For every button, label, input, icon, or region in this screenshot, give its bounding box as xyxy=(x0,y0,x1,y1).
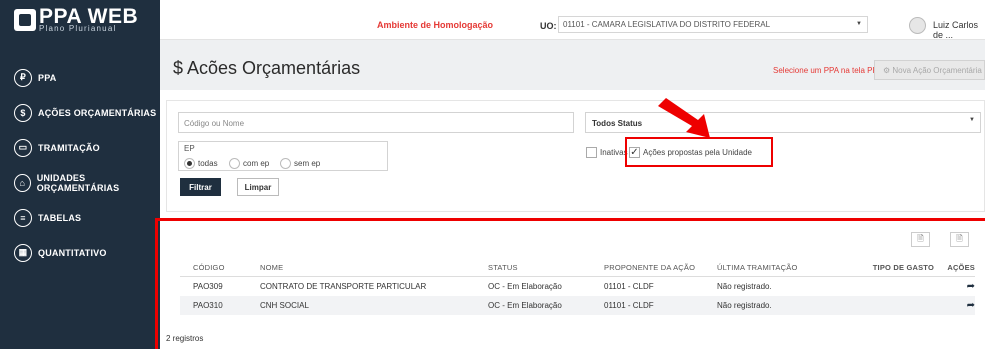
sidebar-item-label: AÇÕES ORÇAMENTÁRIAS xyxy=(38,107,157,118)
filter-button[interactable]: Filtrar xyxy=(180,178,221,196)
inactive-checkbox[interactable]: Inativas xyxy=(586,147,628,158)
sidebar-item-label: TABELAS xyxy=(38,212,82,223)
logo[interactable]: PPA WEB Plano Plurianual xyxy=(0,0,160,40)
uo-label: UO: xyxy=(540,21,557,31)
uo-select[interactable]: 01101 - CAMARA LEGISLATIVA DO DISTRITO F… xyxy=(558,16,868,33)
institution-icon: ⌂ xyxy=(14,173,31,192)
list-icon: ≡ xyxy=(14,208,32,227)
checkbox-box xyxy=(586,147,597,158)
radio-indicator xyxy=(280,158,291,169)
sidebar-item-tabelas[interactable]: ≡ TABELAS xyxy=(0,200,160,235)
radio-todas[interactable]: todas xyxy=(184,158,218,169)
avatar[interactable] xyxy=(909,17,926,34)
sidebar-item-acoes[interactable]: $ AÇÕES ORÇAMENTÁRIAS xyxy=(0,95,160,130)
chart-icon: ▦ xyxy=(14,243,32,262)
tramitacao-icon: ▭ xyxy=(14,138,32,157)
chevron-down-icon: ▼ xyxy=(856,21,862,27)
sidebar-item-label: PPA xyxy=(38,72,57,83)
logo-title: PPA WEB xyxy=(39,4,139,28)
annotation-highlight xyxy=(155,218,985,349)
radio-indicator xyxy=(229,158,240,169)
radio-label: sem ep xyxy=(294,159,321,168)
sidebar-item-label: QUANTITATIVO xyxy=(38,247,107,258)
sidebar: PPA WEB Plano Plurianual ₽ PPA $ AÇÕES O… xyxy=(0,0,160,349)
page-header: $ Acões Orçamentárias Selecione um PPA n… xyxy=(160,40,985,90)
annotation-arrow-icon xyxy=(658,98,710,138)
ppa-icon: ₽ xyxy=(14,68,32,87)
sidebar-item-unidades[interactable]: ⌂ UNIDADES ORÇAMENTÁRIAS xyxy=(0,165,160,200)
dollar-icon: $ xyxy=(14,103,32,122)
status-select[interactable]: Todos Status ▼ xyxy=(585,112,981,133)
user-name[interactable]: Luiz Carlos de ... xyxy=(933,20,985,40)
chevron-down-icon: ▼ xyxy=(969,117,975,123)
sidebar-nav: ₽ PPA $ AÇÕES ORÇAMENTÁRIAS ▭ TRAMITAÇÃO… xyxy=(0,60,160,270)
sidebar-item-label: TRAMITAÇÃO xyxy=(38,142,100,153)
search-input[interactable]: Código ou Nome xyxy=(178,112,574,133)
page-title: $ Acões Orçamentárias xyxy=(173,58,361,78)
checkbox-label: Inativas xyxy=(600,148,628,157)
filter-panel: Código ou Nome Todos Status ▼ EP todas c… xyxy=(166,100,985,212)
uo-select-value: 01101 - CAMARA LEGISLATIVA DO DISTRITO F… xyxy=(563,20,771,29)
new-action-button[interactable]: ⚙ Nova Ação Orçamentária xyxy=(874,60,985,80)
radio-com-ep[interactable]: com ep xyxy=(229,158,269,169)
sidebar-item-label: UNIDADES ORÇAMENTÁRIAS xyxy=(36,172,120,193)
environment-label: Ambiente de Homologação xyxy=(377,20,494,30)
logo-text-group: PPA WEB Plano Plurianual xyxy=(39,4,139,33)
sidebar-item-ppa[interactable]: ₽ PPA xyxy=(0,60,160,95)
logo-icon xyxy=(14,9,36,31)
radio-label: com ep xyxy=(243,159,270,168)
radio-label: todas xyxy=(198,159,218,168)
ep-group: EP todas com ep sem ep xyxy=(178,141,388,171)
ep-label: EP xyxy=(184,144,195,153)
sidebar-item-tramitacao[interactable]: ▭ TRAMITAÇÃO xyxy=(0,130,160,165)
sidebar-item-quantitativo[interactable]: ▦ QUANTITATIVO xyxy=(0,235,160,270)
status-select-value: Todos Status xyxy=(592,119,643,128)
clear-button[interactable]: Limpar xyxy=(237,178,279,196)
topbar: Ambiente de Homologação UO: 01101 - CAMA… xyxy=(160,0,985,40)
radio-indicator xyxy=(184,158,195,169)
annotation-highlight xyxy=(625,137,773,167)
radio-sem-ep[interactable]: sem ep xyxy=(280,158,320,169)
select-ppa-hint: Selecione um PPA na tela PPA xyxy=(773,66,883,75)
